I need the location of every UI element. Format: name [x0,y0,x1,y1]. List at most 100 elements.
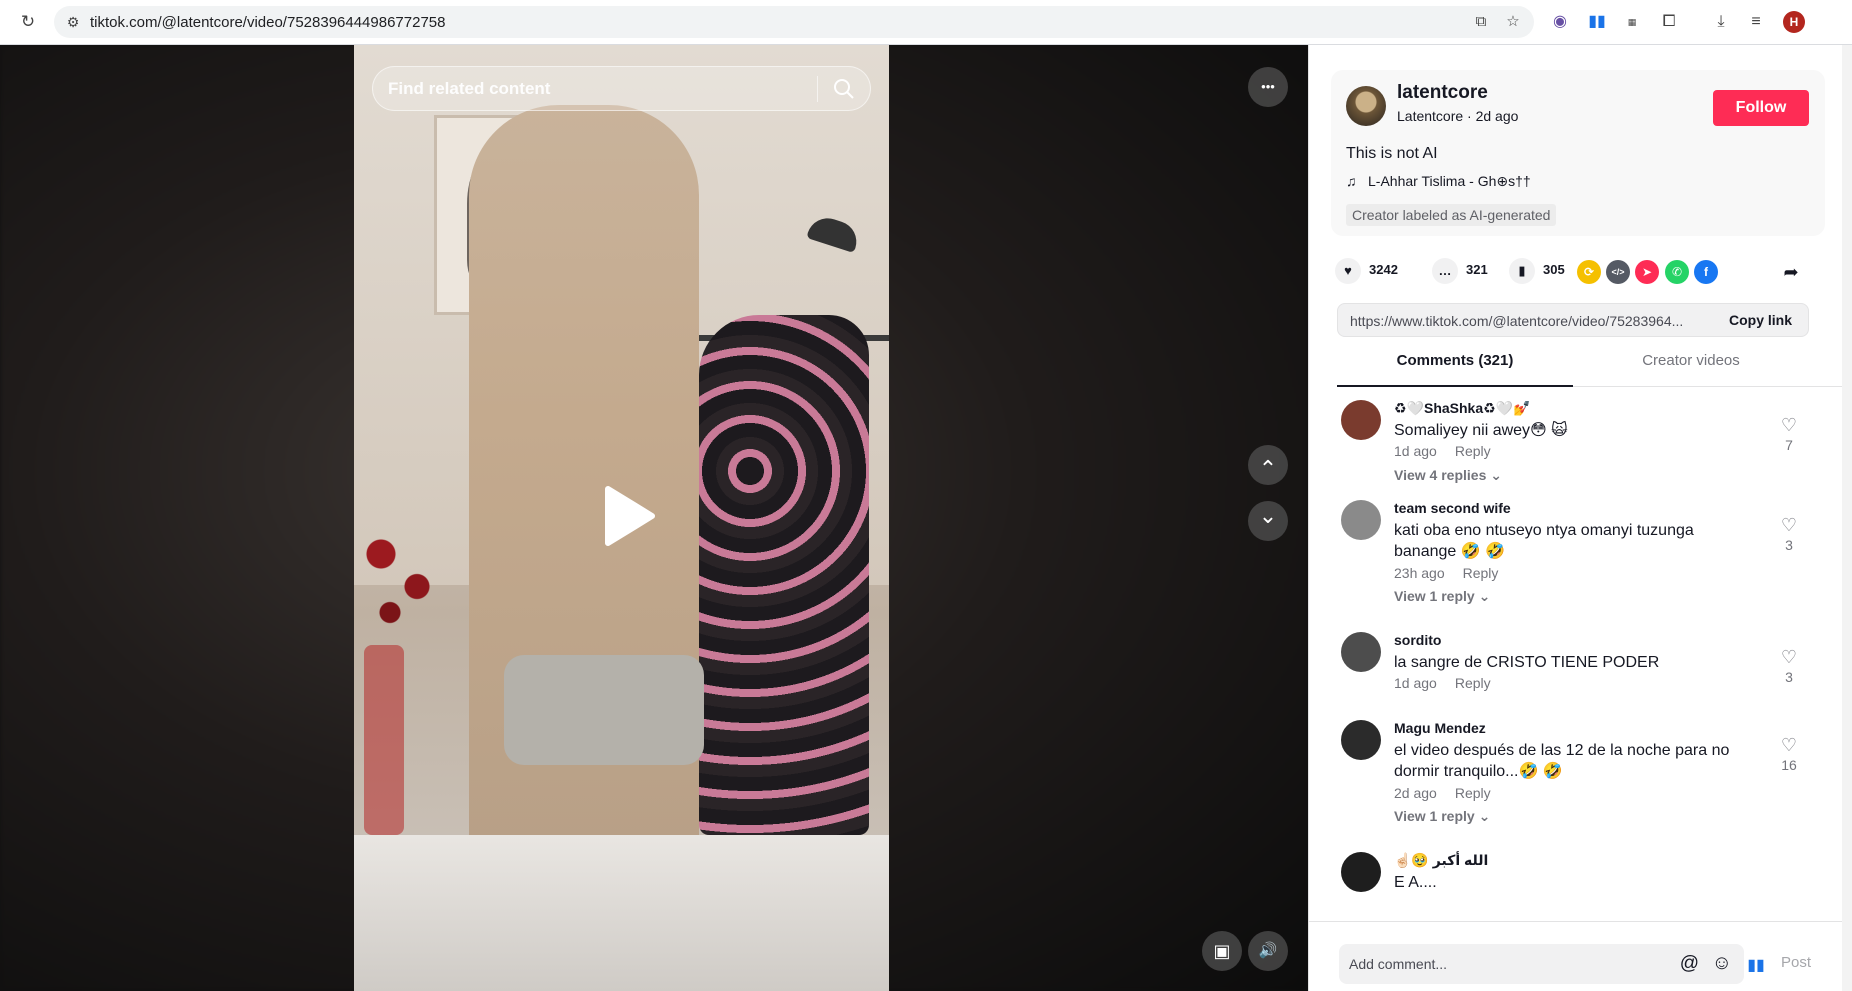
previous-video-button[interactable]: ⌃ [1248,445,1288,485]
reading-list-icon[interactable]: ≡ [1745,11,1767,33]
extensions-puzzle-icon[interactable]: ⧠ [1658,11,1680,33]
bookmark-icon[interactable]: ▮ [1509,257,1535,284]
video-details-panel: latentcore Latentcore · 2d ago Follow Th… [1308,45,1842,991]
search-icon[interactable] [832,77,856,101]
heart-outline-icon[interactable]: ♡ [1774,415,1804,435]
comment-text: Somaliyey nii awey😳 🙀 [1394,422,1568,439]
reply-button[interactable]: Reply [1455,675,1491,691]
commenter-avatar[interactable] [1341,400,1381,440]
follow-button[interactable]: Follow [1713,90,1809,126]
video-player-area: Find related content ••• ⌃ ⌄ ▣ 🔊 [0,45,1308,991]
comment-stat[interactable]: … 321 [1432,255,1488,285]
commenter-name[interactable]: ☝🏻🥹 الله أكبر [1394,852,1488,869]
heart-outline-icon[interactable]: ♡ [1774,515,1804,535]
commenter-avatar[interactable] [1341,500,1381,540]
comment-time: 1d ago [1394,443,1437,459]
view-replies-button[interactable]: View 1 reply ⌄ [1394,588,1490,605]
embed-share-icon[interactable]: </> [1606,260,1630,284]
tab-creator-videos[interactable]: Creator videos [1573,345,1809,387]
like-stat[interactable]: ♥ 3242 [1335,255,1398,285]
comment-text: kati oba eno ntuseyo ntya omanyi tuzunga… [1394,522,1694,560]
video-link-box: https://www.tiktok.com/@latentcore/video… [1337,303,1809,337]
reply-button[interactable]: Reply [1455,443,1491,459]
save-stat[interactable]: ▮ 305 [1509,255,1565,285]
comment-like[interactable]: ♡ 7 [1774,415,1804,453]
comment-count: 321 [1466,262,1488,277]
commenter-name[interactable]: sordito [1394,632,1441,648]
comment-time: 1d ago [1394,675,1437,691]
video-link-url[interactable]: https://www.tiktok.com/@latentcore/video… [1350,313,1710,329]
music-link[interactable]: ♫ L-Ahhar Tislima - Gh⊕s†† [1346,173,1531,190]
url-text[interactable]: tiktok.com/@latentcore/video/75283964449… [90,14,445,31]
comment-like[interactable]: ♡ 16 [1774,735,1804,773]
install-app-icon[interactable]: ⧉ [1472,13,1490,31]
comment-time: 2d ago [1394,785,1437,801]
send-to-friends-share-icon[interactable]: ➤ [1635,260,1659,284]
facebook-share-icon[interactable]: f [1694,260,1718,284]
comment-like[interactable]: ♡ 3 [1774,515,1804,553]
commenter-avatar[interactable] [1341,720,1381,760]
add-comment-input[interactable]: Add comment... @ ☺ [1339,944,1744,984]
elderly-figure [469,105,699,885]
comment-text: el video después de las 12 de la noche p… [1394,742,1730,780]
comment-time: 23h ago [1394,565,1445,581]
floral-dress-figure [699,315,869,835]
emoji-icon[interactable]: ☺ [1712,952,1732,975]
heart-icon[interactable]: ♥ [1335,257,1361,284]
heart-outline-icon[interactable]: ♡ [1774,735,1804,755]
tab-comments[interactable]: Comments (321) [1337,345,1573,387]
view-replies-button[interactable]: View 1 reply ⌄ [1394,808,1490,825]
reply-button[interactable]: Reply [1463,565,1499,581]
music-title: L-Ahhar Tislima - Gh⊕s†† [1368,173,1531,189]
table [354,835,889,991]
video-description: This is not AI [1346,145,1438,162]
view-replies-button[interactable]: View 4 replies ⌄ [1394,467,1502,484]
page-scrollbar[interactable] [1842,45,1852,991]
commenter-name[interactable]: ♻🤍ShaShka♻🤍💅 [1394,400,1531,417]
author-avatar[interactable] [1346,86,1386,126]
like-count: 3242 [1369,262,1398,277]
address-bar[interactable]: ⚙ tiktok.com/@latentcore/video/752839644… [54,6,1534,38]
picture-in-picture-button[interactable]: ▣ [1202,931,1242,971]
commenter-avatar[interactable] [1341,852,1381,892]
mention-icon[interactable]: @ [1680,953,1699,975]
author-username[interactable]: latentcore [1397,82,1488,104]
commenter-name[interactable]: team second wife [1394,500,1511,516]
heart-outline-icon[interactable]: ♡ [1774,647,1804,667]
reply-button[interactable]: Reply [1455,785,1491,801]
author-nickname: Latentcore · 2d ago [1397,108,1519,124]
extension-icon[interactable]: ◉ [1549,11,1571,33]
comment-icon[interactable]: … [1432,257,1458,284]
repost-share-icon[interactable]: ⟳ [1577,260,1601,284]
comment-list[interactable]: ♻🤍ShaShka♻🤍💅 Somaliyey nii awey😳 🙀 1d ag… [1309,400,1842,920]
reload-icon[interactable]: ↻ [18,12,38,32]
more-options-button[interactable]: ••• [1248,67,1288,107]
commenter-avatar[interactable] [1341,632,1381,672]
download-icon[interactable]: ⤓ [1710,11,1732,33]
more-share-icon[interactable]: ➦ [1779,260,1803,284]
copy-link-button[interactable]: Copy link [1729,312,1792,328]
commenter-name[interactable]: Magu Mendez [1394,720,1486,736]
post-button[interactable]: Post [1781,954,1811,971]
voice-extension-icon[interactable]: ▮▮ [1586,11,1608,33]
voice-input-icon[interactable]: ▮▮ [1745,955,1767,977]
comment-like[interactable]: ♡ 3 [1774,647,1804,685]
find-related-search[interactable]: Find related content [372,66,871,111]
play-icon[interactable] [600,485,656,547]
whatsapp-share-icon[interactable]: ✆ [1665,260,1689,284]
site-info-icon[interactable]: ⚙ [64,13,82,31]
comment-like-count: 3 [1785,537,1793,553]
browser-toolbar: ↻ ⚙ tiktok.com/@latentcore/video/7528396… [0,0,1852,45]
details-tabs: Comments (321) Creator videos [1337,345,1842,387]
author-card: latentcore Latentcore · 2d ago Follow Th… [1331,70,1825,236]
volume-button[interactable]: 🔊 [1248,931,1288,971]
comment-like-count: 3 [1785,669,1793,685]
comment-text: la sangre de CRISTO TIENE PODER [1394,654,1660,671]
music-note-icon: ♫ [1346,173,1357,189]
profile-avatar[interactable]: H [1783,11,1805,33]
add-comment-bar: Add comment... @ ☺ ▮▮ Post [1309,921,1842,991]
next-video-button[interactable]: ⌄ [1248,501,1288,541]
bookmark-star-icon[interactable]: ☆ [1504,13,1522,31]
extension-icon[interactable]: ▦ [1621,11,1643,33]
vase [364,645,404,835]
